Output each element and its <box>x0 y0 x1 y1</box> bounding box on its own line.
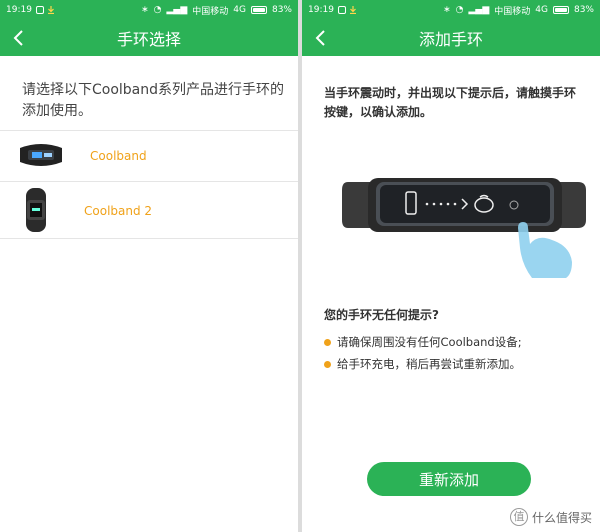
battery-icon <box>250 6 267 14</box>
network-label: 4G <box>535 5 548 15</box>
app-notification-icon <box>35 6 44 14</box>
intro-text: 请选择以下Coolband系列产品进行手环的添加使用。 <box>22 82 285 119</box>
status-bar: 19:19 ∗ ◔ ▂▄▆ 中国移动 4G 83% <box>302 0 600 20</box>
product-item-coolband2[interactable]: Coolband 2 <box>0 182 298 238</box>
tip-text: 请确保周围没有任何Coolband设备; <box>337 335 522 349</box>
page-title: 添加手环 <box>418 30 483 49</box>
page-title: 手环选择 <box>116 30 181 49</box>
carrier-label: 中国移动 <box>494 6 531 17</box>
carrier-label: 中国移动 <box>192 6 229 17</box>
back-arrow-icon[interactable] <box>312 28 330 48</box>
status-bar: 19:19 ∗ ◔ ▂▄▆ 中国移动 4G 83% <box>0 0 298 20</box>
product-label: Coolband 2 <box>84 204 153 218</box>
no-prompt-title: 您的手环无任何提示? <box>324 308 439 322</box>
bullet-dot-icon <box>324 338 331 346</box>
tip-item: 给手环充电，稍后再尝试重新添加。 <box>324 356 521 372</box>
coolband2-band-image <box>26 188 46 232</box>
tip-text: 给手环充电，稍后再尝试重新添加。 <box>337 357 521 371</box>
instruction-text: 当手环震动时，并出现以下提示后，请触摸手环按键，以确认添加。 <box>324 86 577 119</box>
download-icon <box>349 6 357 15</box>
wifi-icon: ◔ <box>153 5 162 15</box>
wifi-icon: ◔ <box>455 5 464 15</box>
download-icon <box>47 6 55 15</box>
tip-item: 请确保周围没有任何Coolband设备; <box>324 334 522 350</box>
divider <box>0 238 298 239</box>
coolband-band-image <box>20 144 62 166</box>
watermark-badge-icon: 值 <box>509 508 528 526</box>
title-bar: 添加手环 <box>302 20 600 56</box>
signal-icon: ▂▄▆ <box>468 5 490 15</box>
product-select-screen: 19:19 ∗ ◔ ▂▄▆ 中国移动 4G 83% 手环选择 请选择以下Cool… <box>0 0 298 532</box>
bullet-dot-icon <box>324 360 331 368</box>
watermark-text: 什么值得买 <box>531 510 592 525</box>
product-item-coolband[interactable]: Coolband <box>0 131 298 181</box>
retry-add-button[interactable]: 重新添加 <box>367 462 531 496</box>
app-notification-icon <box>337 6 346 14</box>
band-pairing-illustration <box>342 178 586 278</box>
status-time: 19:19 <box>6 5 32 15</box>
network-label: 4G <box>233 5 246 15</box>
product-label: Coolband <box>90 149 147 163</box>
add-band-screen: 19:19 ∗ ◔ ▂▄▆ 中国移动 4G 83% 添加手环 当手环震动时，并出… <box>302 0 600 532</box>
battery-percent: 83% <box>573 5 594 15</box>
title-bar: 手环选择 <box>0 20 298 56</box>
battery-icon <box>552 6 569 14</box>
bluetooth-icon: ∗ <box>443 5 451 15</box>
battery-percent: 83% <box>271 5 292 15</box>
status-time: 19:19 <box>308 5 334 15</box>
watermark: 值 什么值得买 <box>509 508 592 526</box>
back-arrow-icon[interactable] <box>10 28 28 48</box>
bluetooth-icon: ∗ <box>141 5 149 15</box>
signal-icon: ▂▄▆ <box>166 5 188 15</box>
